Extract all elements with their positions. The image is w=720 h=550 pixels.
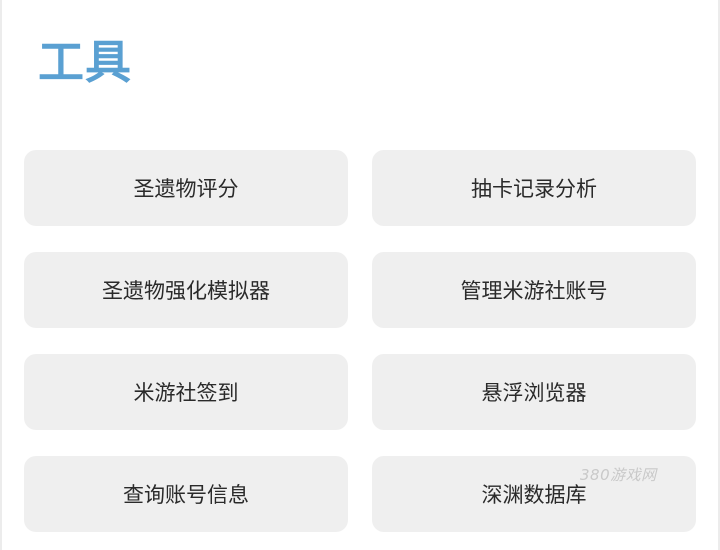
watermark-text: 380游戏网 [580, 466, 657, 484]
query-account-info-button[interactable]: 查询账号信息 [24, 456, 348, 532]
artifact-upgrade-simulator-button[interactable]: 圣遗物强化模拟器 [24, 252, 348, 328]
manage-miyoushe-accounts-button[interactable]: 管理米游社账号 [372, 252, 696, 328]
page-title: 工具 [38, 35, 132, 89]
artifact-rating-button[interactable]: 圣遗物评分 [24, 150, 348, 226]
left-edge-divider [0, 0, 2, 550]
floating-browser-button[interactable]: 悬浮浏览器 [372, 354, 696, 430]
wish-history-analysis-button[interactable]: 抽卡记录分析 [372, 150, 696, 226]
miyoushe-check-in-button[interactable]: 米游社签到 [24, 354, 348, 430]
